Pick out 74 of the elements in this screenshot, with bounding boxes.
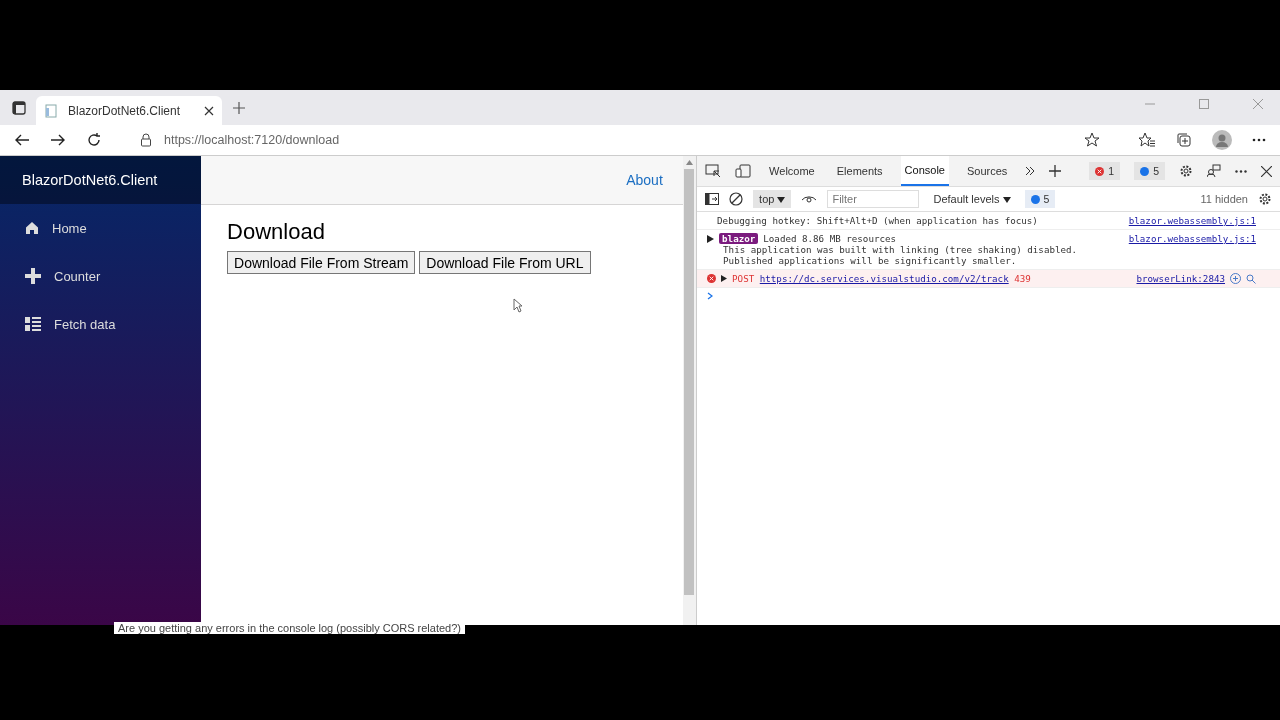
nav-item[interactable]: Home [0, 204, 202, 252]
device-icon[interactable] [735, 164, 752, 178]
page-text: Are you getting any errors in the console log (possibly CORS related?) [114, 622, 465, 634]
page-heading: Download [227, 219, 326, 245]
message-count[interactable]: 5 [1134, 162, 1165, 180]
plus-icon [25, 268, 41, 284]
hidden-count: 11 hidden [1200, 193, 1248, 205]
error-icon [707, 274, 717, 283]
inspect-icon[interactable] [705, 164, 722, 178]
cursor-icon [513, 298, 524, 313]
clear-icon[interactable] [729, 192, 744, 206]
eye-icon[interactable] [801, 194, 818, 204]
more-tabs-icon[interactable] [1025, 166, 1036, 176]
console-message: Loaded 8.86 MB resources [763, 233, 897, 244]
source-link[interactable]: blazor.webassembly.js:1 [1128, 215, 1256, 226]
console-error: POST https://dc.services.visualstudio.com/v2/track 439 [732, 273, 1031, 284]
refresh-icon[interactable] [86, 132, 102, 148]
source-link[interactable]: browserLink:2843 [1136, 273, 1225, 284]
message-icon [1030, 194, 1040, 204]
app-brand[interactable]: BlazorDotNet6.Client [0, 156, 202, 204]
context-dropdown[interactable]: top [753, 190, 792, 208]
source-link[interactable]: blazor.webassembly.js:1 [1128, 233, 1256, 244]
console-message: This application was built with linking (tree shaking) disabled. Published applications will be significantly smaller. [722, 244, 1079, 266]
scroll-up-icon[interactable] [685, 160, 693, 165]
devtools-tab[interactable]: Elements [832, 157, 887, 185]
error-count[interactable]: 1 [1089, 162, 1121, 180]
devtools-tab[interactable]: Console [900, 156, 949, 186]
caret-icon [777, 197, 786, 203]
new-tab-icon[interactable] [232, 101, 246, 115]
devtools-tab[interactable]: Welcome [765, 157, 819, 185]
favorites-icon[interactable] [1138, 132, 1156, 148]
download-button[interactable]: Download File From URL [419, 251, 591, 274]
forward-icon[interactable] [50, 132, 66, 148]
error-icon [1095, 166, 1105, 176]
settings-icon[interactable] [1179, 164, 1193, 178]
page-icon [44, 103, 58, 118]
collections-icon[interactable] [1176, 132, 1192, 148]
nav-item[interactable]: Fetch data [0, 300, 202, 348]
devtools-tab[interactable]: Sources [962, 157, 1012, 185]
add-icon[interactable] [1049, 165, 1062, 177]
search-icon[interactable] [1246, 273, 1256, 284]
more-icon[interactable] [1235, 169, 1247, 173]
about-link[interactable]: About [626, 172, 663, 188]
expand-icon[interactable] [707, 234, 715, 243]
message-count[interactable]: 5 [1024, 190, 1056, 208]
levels-dropdown[interactable]: Default levels [929, 193, 1015, 205]
address-bar[interactable]: https://localhost:7120/download [128, 127, 1112, 153]
more-icon[interactable] [1252, 138, 1266, 142]
close-icon[interactable] [204, 105, 214, 116]
filter-field[interactable]: Filter [827, 190, 920, 208]
home-icon [25, 221, 39, 235]
prompt-icon[interactable] [707, 292, 714, 300]
tab-title: BlazorDotNet6.Client [68, 103, 182, 118]
add-favorite-icon[interactable] [1084, 132, 1100, 148]
lock-icon [140, 133, 152, 147]
list-icon [25, 317, 41, 331]
caret-icon [1002, 197, 1011, 203]
settings-icon[interactable] [1258, 192, 1272, 206]
nav-item[interactable]: Counter [0, 252, 202, 300]
scrollbar[interactable] [682, 156, 697, 625]
sidebar-toggle-icon[interactable] [705, 193, 720, 205]
close-icon[interactable] [1261, 165, 1272, 177]
console-message: Debugging hotkey: Shift+Alt+D (when application has focus) [716, 215, 1038, 226]
tab-actions-icon[interactable] [12, 101, 26, 115]
back-icon[interactable] [14, 132, 30, 148]
request-link[interactable]: https://dc.services.visualstudio.com/v2/track [759, 273, 1009, 284]
expand-icon[interactable] [721, 275, 728, 282]
feedback-icon[interactable] [1207, 164, 1221, 178]
profile-icon[interactable] [1212, 130, 1232, 150]
download-button[interactable]: Download File From Stream [227, 251, 416, 274]
message-icon [1140, 166, 1150, 176]
network-icon[interactable] [1230, 273, 1241, 284]
blazor-badge: blazor [719, 233, 759, 244]
browser-tab[interactable]: BlazorDotNet6.Client [36, 96, 222, 125]
